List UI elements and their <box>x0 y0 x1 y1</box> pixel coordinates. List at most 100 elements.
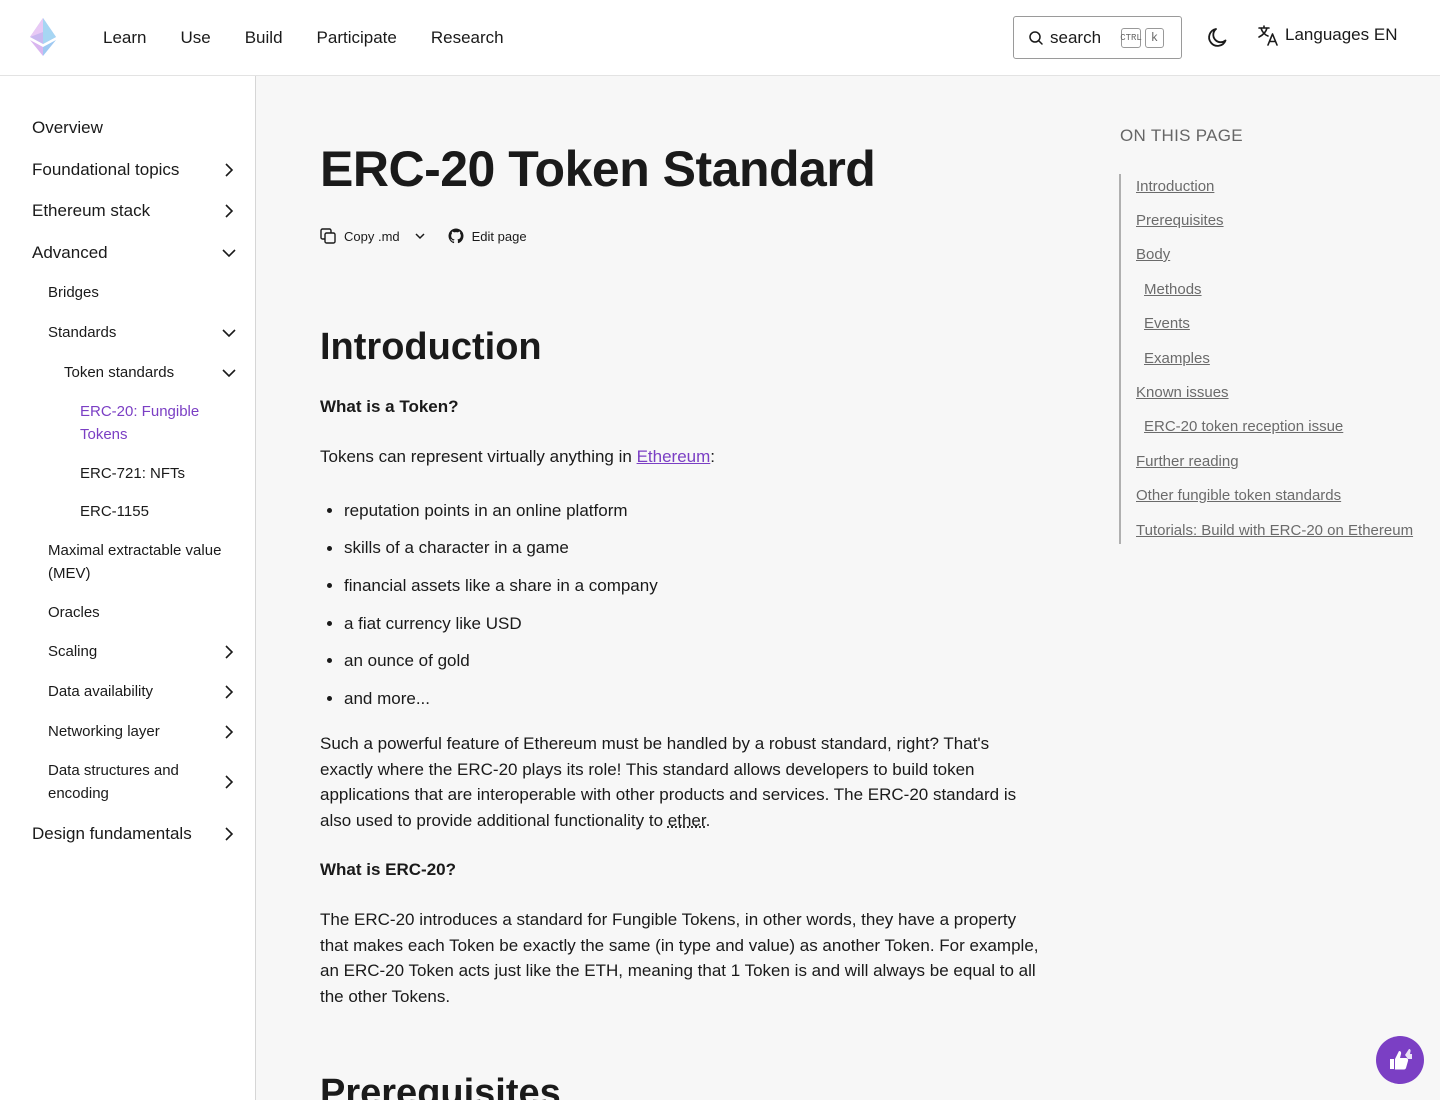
toc-item-examples[interactable]: Examples <box>1144 350 1210 367</box>
section-heading-prerequisites: Prerequisites <box>320 1072 561 1100</box>
sidebar-item-overview[interactable]: Overview <box>32 116 237 139</box>
moon-icon[interactable] <box>1206 24 1232 50</box>
toc-item-other-standards[interactable]: Other fungible token standards <box>1136 487 1341 504</box>
copy-md-label: Copy .md <box>344 228 400 244</box>
sidebar-item-label: encoding <box>48 785 109 802</box>
paragraph-tokens: Tokens can represent virtually anything … <box>320 444 1045 470</box>
paragraph-line: The ERC-20 introduces a standard for Fun… <box>320 910 1017 929</box>
sidebar-item-label: Oracles <box>48 604 100 621</box>
search-button[interactable]: search CTRL k <box>1013 16 1182 59</box>
chevron-down-icon <box>222 248 236 257</box>
sidebar-item-erc721[interactable]: ERC-721: NFTs <box>80 462 237 485</box>
nav-use[interactable]: Use <box>180 28 210 48</box>
nav-build[interactable]: Build <box>245 28 283 48</box>
sidebar-item-label: Maximal extractable value <box>48 542 222 559</box>
sidebar-item-data-availability[interactable]: Data availability <box>48 680 237 703</box>
ethereum-link[interactable]: Ethereum <box>637 447 711 466</box>
paragraph-line: that makes each Token be exactly the sam… <box>320 935 1039 955</box>
token-examples-list: reputation points in an online platform … <box>320 492 1045 718</box>
list-item: reputation points in an online platform <box>320 492 1045 530</box>
toc-item-methods[interactable]: Methods <box>1144 281 1202 298</box>
chevron-right-icon <box>225 162 234 177</box>
toc-item-further-reading[interactable]: Further reading <box>1136 453 1239 470</box>
translate-icon <box>1258 25 1278 46</box>
paragraph-erc20-definition: The ERC-20 introduces a standard for Fun… <box>320 907 1045 1009</box>
edit-page-label: Edit page <box>471 228 527 244</box>
toc-item-tutorials[interactable]: Tutorials: Build with ERC-20 on Ethereum <box>1136 522 1413 539</box>
thumbs-feedback-icon <box>1390 1049 1412 1070</box>
sidebar-item-standards[interactable]: Standards <box>48 321 237 344</box>
sidebar-item-label: Data structures and <box>48 762 179 779</box>
chevron-right-icon <box>225 684 234 699</box>
sidebar-item-label: Overview <box>32 118 103 137</box>
sidebar-item-label: Tokens <box>80 426 128 443</box>
feedback-button[interactable] <box>1376 1036 1424 1084</box>
paragraph-line: Such a powerful feature of Ethereum must… <box>320 734 990 753</box>
toc-title: ON THIS PAGE <box>1120 126 1243 145</box>
ethereum-logo-icon[interactable] <box>30 18 56 56</box>
sidebar-item-design-fundamentals[interactable]: Design fundamentals <box>32 822 237 845</box>
nav-participate[interactable]: Participate <box>317 28 397 48</box>
chevron-down-icon <box>222 368 236 377</box>
toc-item-known-issues[interactable]: Known issues <box>1136 384 1229 401</box>
sidebar-item-label: Data availability <box>48 683 154 700</box>
sidebar-item-data-structures[interactable]: Data structures and encoding <box>48 759 237 805</box>
sidebar-item-erc20[interactable]: ERC-20: Fungible Tokens <box>80 400 237 446</box>
sidebar-item-erc1155[interactable]: ERC-1155 <box>80 500 237 523</box>
paragraph-robust-standard: Such a powerful feature of Ethereum must… <box>320 731 1045 833</box>
language-picker[interactable]: Languages EN <box>1257 24 1397 46</box>
list-item: a fiat currency like USD <box>320 605 1045 643</box>
toc-item-events[interactable]: Events <box>1144 315 1190 332</box>
nav-learn[interactable]: Learn <box>103 28 146 48</box>
paragraph-line: applications that are interoperable with… <box>320 785 1017 804</box>
sidebar-item-scaling[interactable]: Scaling <box>48 640 237 663</box>
kbd-ctrl: CTRL <box>1120 27 1142 48</box>
sidebar-item-mev[interactable]: Maximal extractable value (MEV) <box>48 539 237 585</box>
toc-item-body[interactable]: Body <box>1136 246 1170 263</box>
sidebar-item-label: Design fundamentals <box>32 824 192 843</box>
nav-research[interactable]: Research <box>431 28 504 48</box>
sidebar-item-label: Networking layer <box>48 723 160 740</box>
paragraph-text: also used to provide additional function… <box>320 810 668 830</box>
sidebar-item-label: Advanced <box>32 243 108 262</box>
sidebar-item-label: Ethereum stack <box>32 201 151 220</box>
sidebar-item-label: Bridges <box>48 284 99 301</box>
search-icon <box>1029 30 1043 45</box>
question-what-is-token: What is a Token? <box>320 397 459 416</box>
paragraph-line: the other Tokens. <box>320 986 451 1006</box>
chevron-right-icon <box>225 203 234 218</box>
sidebar-item-ethereum-stack[interactable]: Ethereum stack <box>32 199 237 222</box>
sidebar-item-label: Token standards <box>64 364 175 381</box>
paragraph-text: : <box>710 447 715 466</box>
chevron-down-icon[interactable] <box>414 230 426 242</box>
chevron-right-icon <box>225 724 234 739</box>
chevron-right-icon <box>225 775 234 789</box>
paragraph-line: an ERC-20 Token acts just like the ETH, … <box>320 961 1036 980</box>
sidebar-item-foundational-topics[interactable]: Foundational topics <box>32 158 237 181</box>
list-item: an ounce of gold <box>320 642 1045 680</box>
sidebar-item-label: Scaling <box>48 643 98 660</box>
main-nav: Learn Use Build Participate Research <box>103 0 504 76</box>
search-label: search <box>1050 27 1102 47</box>
page-title: ERC-20 Token Standard <box>320 141 876 197</box>
edit-page-button[interactable]: Edit page <box>448 228 527 244</box>
toc-item-reception-issue[interactable]: ERC-20 token reception issue <box>1144 418 1343 435</box>
paragraph-text: . <box>705 810 711 830</box>
toc-rail <box>1119 174 1121 544</box>
toc-item-introduction[interactable]: Introduction <box>1136 178 1214 195</box>
chevron-right-icon <box>225 826 234 841</box>
sidebar-item-token-standards[interactable]: Token standards <box>64 361 237 384</box>
paragraph-line: also used to provide additional function… <box>320 808 1045 834</box>
sidebar-item-advanced[interactable]: Advanced <box>32 241 237 264</box>
page-actions: Copy .md Edit page <box>320 228 527 244</box>
ether-glossary-term[interactable]: ether <box>668 811 706 830</box>
sidebar-item-label: ERC-721: NFTs <box>80 465 186 482</box>
toc-item-prerequisites[interactable]: Prerequisites <box>1136 212 1224 229</box>
sidebar-item-networking-layer[interactable]: Networking layer <box>48 720 237 743</box>
sidebar-item-label: ERC-20: Fungible <box>80 403 200 420</box>
copy-md-button[interactable]: Copy .md <box>320 228 400 244</box>
paragraph-line: exactly where the ERC-20 plays its role!… <box>320 759 975 779</box>
sidebar-item-oracles[interactable]: Oracles <box>48 601 237 624</box>
top-header: Learn Use Build Participate Research sea… <box>0 0 1440 76</box>
sidebar-item-bridges[interactable]: Bridges <box>48 281 237 304</box>
